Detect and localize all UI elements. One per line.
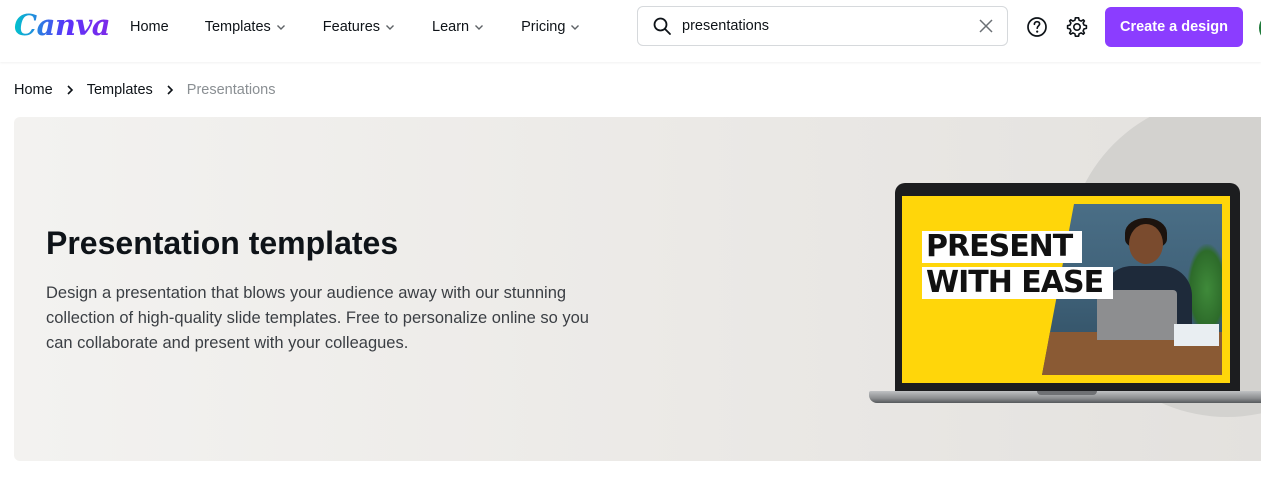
- chevron-down-icon: [276, 25, 285, 30]
- papers-shape: [1174, 324, 1219, 346]
- slogan-line-2: WITH EASE: [922, 267, 1114, 299]
- nav-home-label: Home: [130, 19, 169, 35]
- hero-description: Design a presentation that blows your au…: [46, 284, 589, 352]
- nav-features[interactable]: Features: [311, 13, 408, 41]
- nav-home[interactable]: Home: [118, 13, 181, 41]
- search-input[interactable]: [682, 15, 962, 37]
- gear-icon[interactable]: [1065, 15, 1089, 39]
- nav-templates[interactable]: Templates: [193, 13, 299, 41]
- avatar[interactable]: [1257, 11, 1261, 45]
- slide-slogan: PRESENT WITH EASE: [922, 231, 1114, 303]
- laptop-notch: [1037, 391, 1097, 395]
- chevron-down-icon: [475, 25, 484, 30]
- breadcrumb-templates[interactable]: Templates: [87, 82, 153, 98]
- breadcrumb: Home Templates Presentations: [14, 80, 275, 100]
- close-icon[interactable]: [978, 18, 994, 34]
- help-circle-icon[interactable]: [1025, 15, 1049, 39]
- nav-pricing-label: Pricing: [521, 19, 566, 35]
- nav-learn-label: Learn: [432, 19, 470, 35]
- plant-shape: [1187, 244, 1222, 334]
- nav-templates-label: Templates: [204, 19, 271, 35]
- hero-banner: Presentation templates Design a presenta…: [14, 117, 1261, 461]
- breadcrumb-home[interactable]: Home: [14, 82, 53, 98]
- chevron-right-icon: [167, 85, 173, 95]
- search-icon: [653, 17, 671, 35]
- chevron-down-icon: [571, 25, 580, 30]
- slide-preview: PRESENT WITH EASE: [902, 196, 1230, 383]
- top-navigation-bar: Canva Home Templates Features Learn Pric…: [0, 0, 1261, 62]
- chevron-down-icon: [386, 25, 395, 30]
- search-box: [637, 6, 1008, 46]
- breadcrumb-current: Presentations: [186, 82, 276, 98]
- canva-logo[interactable]: Canva: [14, 8, 111, 42]
- laptop-illustration: PRESENT WITH EASE: [854, 182, 1261, 412]
- chevron-right-icon: [67, 85, 73, 95]
- nav-learn[interactable]: Learn: [420, 13, 497, 41]
- create-design-button[interactable]: Create a design: [1105, 7, 1243, 47]
- nav-pricing[interactable]: Pricing: [509, 13, 593, 41]
- main-nav: Home Templates Features Learn Pricing: [118, 0, 605, 54]
- nav-features-label: Features: [322, 19, 381, 35]
- person-head-shape: [1129, 224, 1163, 264]
- slogan-line-1: PRESENT: [922, 231, 1083, 263]
- page-title: Presentation templates: [46, 225, 399, 261]
